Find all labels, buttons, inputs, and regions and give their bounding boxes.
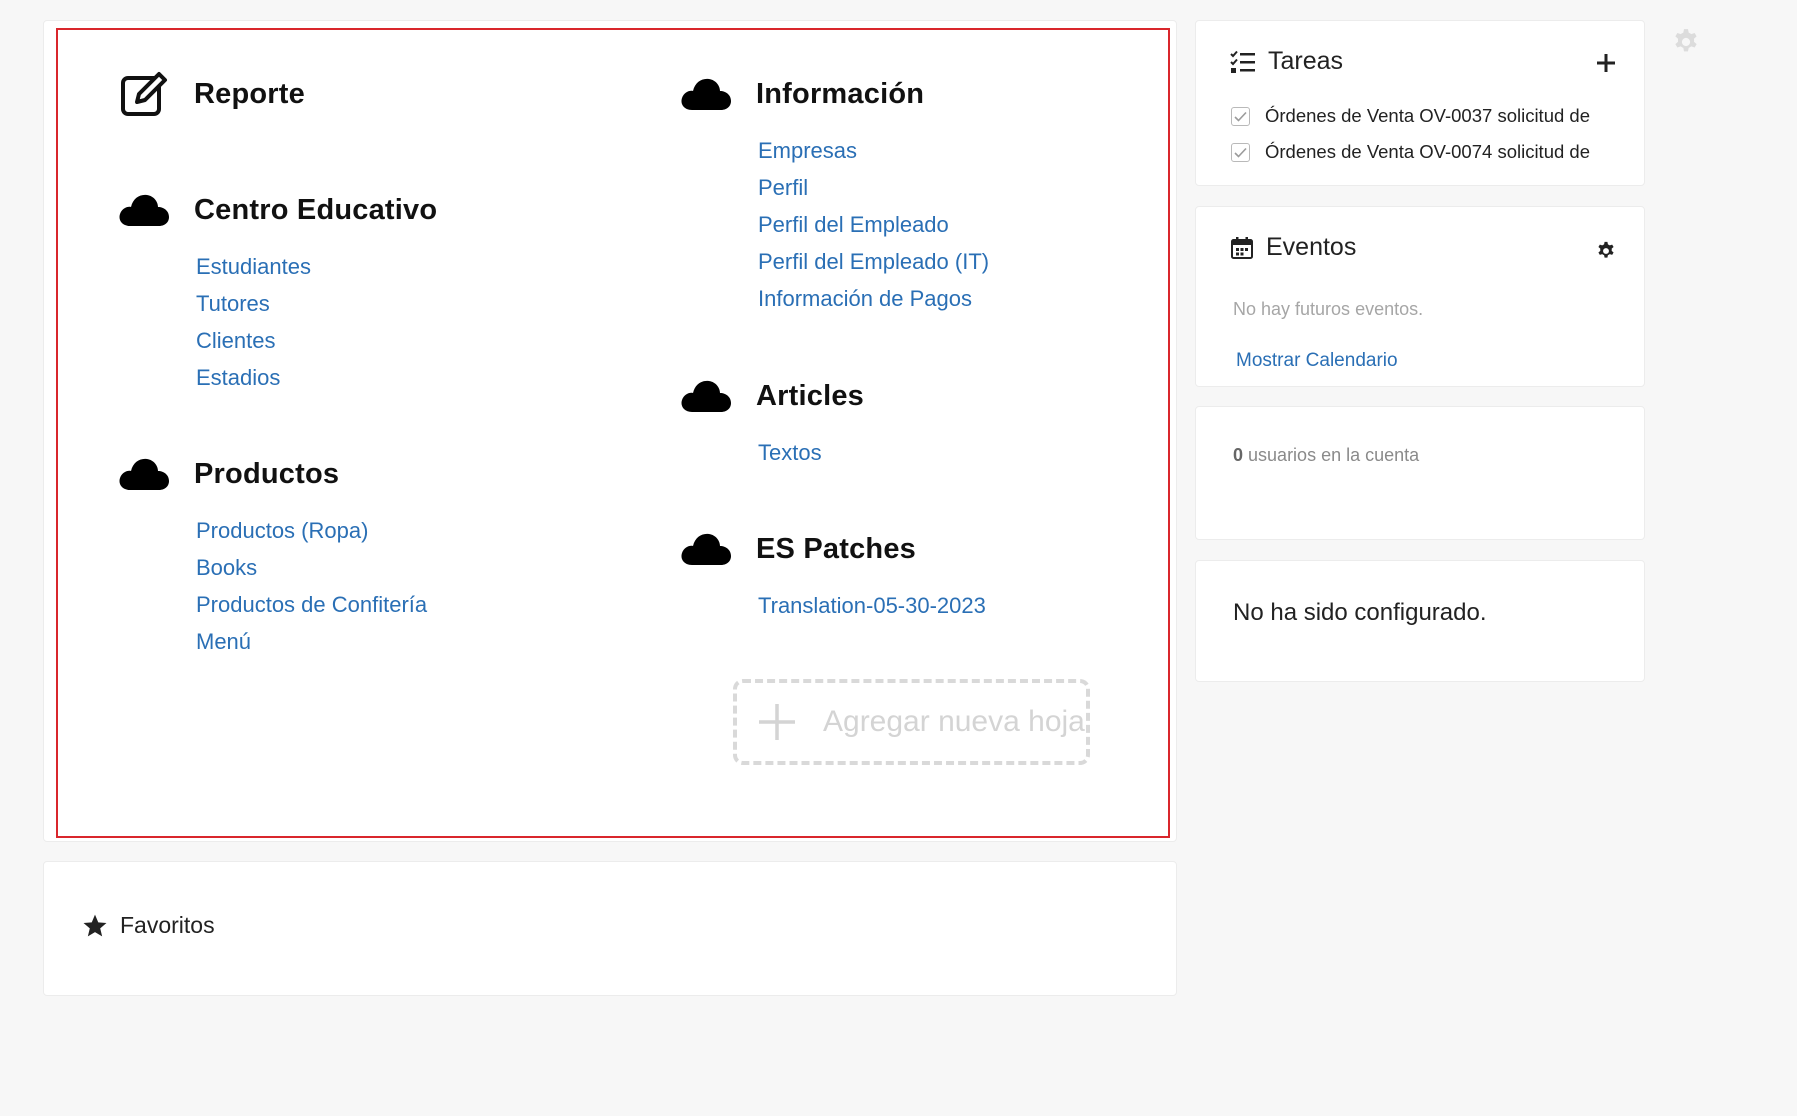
task-checkbox[interactable] [1231, 106, 1250, 126]
task-label[interactable]: Órdenes de Venta OV-0037 solicitud de [1265, 105, 1590, 127]
users-text: usuarios en la cuenta [1248, 445, 1420, 465]
tasks-widget: Tareas Órdenes de Venta OV-0037 solicitu… [1195, 20, 1645, 186]
widget-title: Tareas [1268, 47, 1344, 75]
gear-icon [1675, 29, 1697, 52]
link-books[interactable]: Books [196, 549, 427, 586]
link-perfil[interactable]: Perfil [758, 169, 989, 206]
link-productos-confiteria[interactable]: Productos de Confitería [196, 586, 427, 623]
link-menu[interactable]: Menú [196, 623, 427, 660]
group-title[interactable]: ES Patches [756, 533, 916, 566]
edit-icon[interactable] [118, 68, 170, 120]
events-settings-button[interactable] [1596, 241, 1616, 266]
link-informacion-pagos[interactable]: Información de Pagos [758, 280, 989, 317]
widget-title: Eventos [1266, 233, 1357, 261]
cloud-icon [118, 184, 170, 236]
group-title[interactable]: Articles [756, 380, 864, 413]
group-title[interactable]: Información [756, 78, 924, 111]
gear-icon [1598, 241, 1614, 258]
group-articles: Articles Textos [680, 368, 864, 471]
link-translation[interactable]: Translation-05-30-2023 [758, 587, 986, 624]
task-item: Órdenes de Venta OV-0074 solicitud de [1231, 141, 1590, 163]
add-task-button[interactable] [1596, 53, 1616, 78]
users-count: 0 [1233, 445, 1244, 465]
group-centro-educativo: Centro Educativo Estudiantes Tutores Cli… [118, 182, 437, 396]
link-tutores[interactable]: Tutores [196, 285, 437, 322]
link-clientes[interactable]: Clientes [196, 322, 437, 359]
link-estadios[interactable]: Estadios [196, 359, 437, 396]
add-sheet-button[interactable]: Agregar nueva hoja [733, 679, 1090, 765]
group-reporte: Reporte [118, 66, 305, 122]
unconfigured-text: No ha sido configurado. [1233, 599, 1487, 626]
group-productos: Productos Productos (Ropa) Books Product… [118, 446, 427, 660]
group-title[interactable]: Centro Educativo [194, 194, 437, 227]
plus-icon [1597, 54, 1615, 72]
group-informacion: Información Empresas Perfil Perfil del E… [680, 66, 989, 317]
task-label[interactable]: Órdenes de Venta OV-0074 solicitud de [1265, 141, 1590, 163]
task-checkbox[interactable] [1231, 142, 1250, 162]
star-icon [83, 914, 107, 936]
link-empresas[interactable]: Empresas [758, 132, 989, 169]
group-title[interactable]: Reporte [194, 78, 305, 111]
link-estudiantes[interactable]: Estudiantes [196, 248, 437, 285]
link-perfil-empleado-it[interactable]: Perfil del Empleado (IT) [758, 243, 989, 280]
task-item: Órdenes de Venta OV-0037 solicitud de [1231, 105, 1590, 127]
events-widget: Eventos No hay futuros eventos. Mostrar … [1195, 206, 1645, 387]
plus-icon [759, 704, 795, 740]
favorites-card: Favoritos [43, 861, 1177, 996]
events-empty-text: No hay futuros eventos. [1233, 299, 1424, 319]
users-widget: 0 usuarios en la cuenta [1195, 406, 1645, 540]
cloud-icon [680, 523, 732, 575]
link-productos-ropa[interactable]: Productos (Ropa) [196, 512, 427, 549]
task-list-icon [1230, 50, 1255, 73]
show-calendar-link[interactable]: Mostrar Calendario [1236, 350, 1398, 372]
unconfigured-widget: No ha sido configurado. [1195, 560, 1645, 682]
cloud-icon [680, 370, 732, 422]
cloud-icon [680, 68, 732, 120]
favorites-label: Favoritos [120, 912, 215, 938]
dashboard-settings-button[interactable] [1672, 28, 1700, 61]
group-title[interactable]: Productos [194, 458, 339, 491]
calendar-icon [1231, 236, 1253, 259]
cloud-icon [118, 448, 170, 500]
link-textos[interactable]: Textos [758, 434, 864, 471]
favorites-row[interactable]: Favoritos [82, 912, 215, 939]
add-sheet-label: Agregar nueva hoja [823, 705, 1085, 738]
link-perfil-empleado[interactable]: Perfil del Empleado [758, 206, 989, 243]
users-summary: 0 usuarios en la cuenta [1233, 445, 1419, 466]
group-es-patches: ES Patches Translation-05-30-2023 [680, 521, 986, 624]
